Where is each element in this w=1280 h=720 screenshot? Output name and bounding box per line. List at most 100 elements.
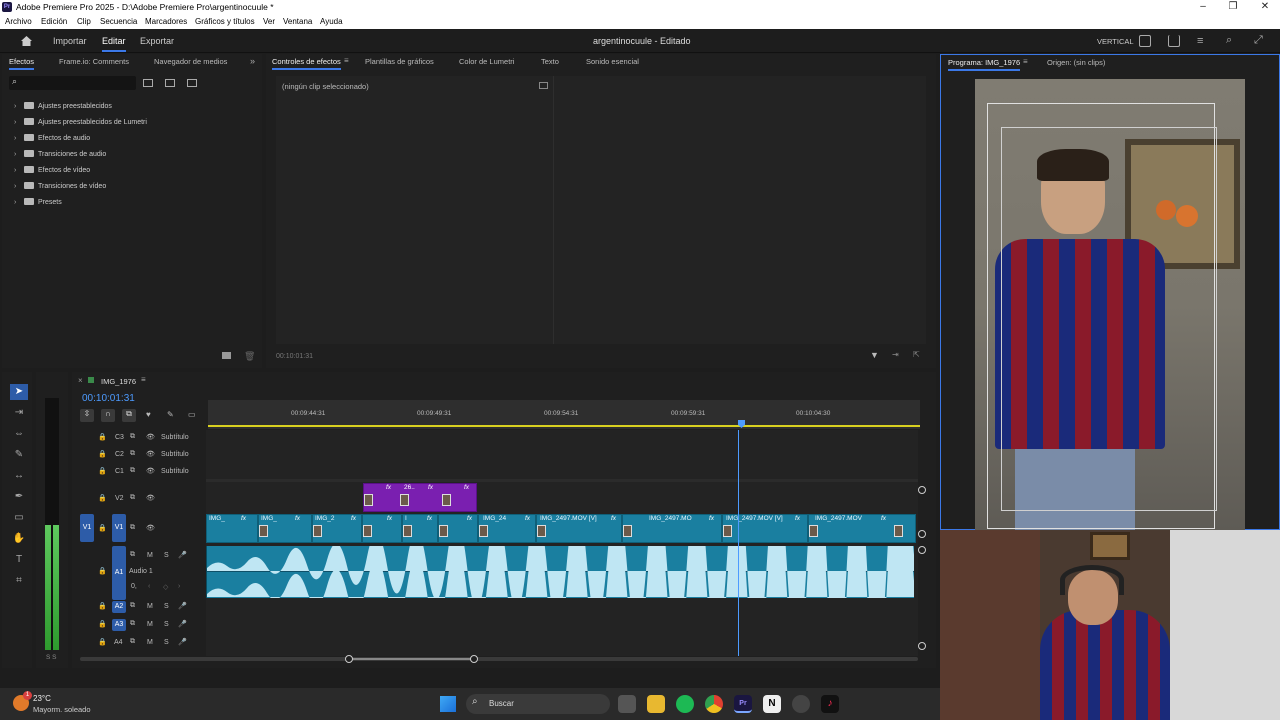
- import-tab[interactable]: Importar: [53, 36, 87, 46]
- lock-icon[interactable]: 🔒: [98, 450, 107, 458]
- scroll-handle[interactable]: [918, 530, 926, 538]
- 32bit-effects-icon[interactable]: [165, 79, 175, 87]
- scroll-handle[interactable]: [918, 546, 926, 554]
- menu-clip[interactable]: Clip: [77, 17, 91, 26]
- lock-icon[interactable]: 🔒: [98, 467, 107, 475]
- tree-item[interactable]: › Transiciones de audio: [14, 150, 106, 164]
- edit-tab[interactable]: Editar: [102, 36, 126, 52]
- premiere-taskbar-icon[interactable]: Pr: [734, 695, 752, 713]
- task-view-icon[interactable]: [618, 695, 636, 713]
- type-tool-icon[interactable]: T: [10, 552, 28, 568]
- work-area-bar[interactable]: [208, 425, 920, 427]
- v1-clip[interactable]: IMG_2497.MOV [V] fx: [536, 514, 622, 543]
- track-id-v1[interactable]: V1: [112, 514, 126, 542]
- panel-layout-icon[interactable]: [1139, 35, 1151, 47]
- menu-archivo[interactable]: Archivo: [5, 17, 32, 26]
- ripple-edit-tool-icon[interactable]: ⇔: [10, 426, 28, 442]
- next-keyframe-icon[interactable]: ›: [178, 583, 180, 590]
- v1-clip[interactable]: IMG_2497.MOV [V] fx: [722, 514, 808, 543]
- workspace-label[interactable]: VERTICAL: [1097, 37, 1134, 46]
- captions-icon[interactable]: ▭: [188, 410, 196, 419]
- horizontal-scrollbar[interactable]: [80, 657, 918, 661]
- export-tab[interactable]: Exportar: [140, 36, 174, 46]
- sync-lock-icon[interactable]: ⧉: [130, 638, 135, 646]
- quick-actions-icon[interactable]: ≡: [1197, 35, 1203, 47]
- menu-marcadores[interactable]: Marcadores: [145, 17, 187, 26]
- lock-icon[interactable]: 🔒: [98, 638, 107, 646]
- v1-clip[interactable]: IMG_2 fx: [312, 514, 362, 543]
- mute-button[interactable]: M: [147, 603, 153, 610]
- zoom-handle-right[interactable]: [470, 655, 478, 663]
- menu-ver[interactable]: Ver: [263, 17, 275, 26]
- solo-button[interactable]: S: [164, 603, 169, 610]
- pen-tool-icon[interactable]: ✒: [10, 489, 28, 505]
- track-id-a3[interactable]: A3: [112, 619, 126, 631]
- tab-text[interactable]: Texto: [541, 57, 559, 66]
- tab-menu-icon[interactable]: ≡: [1023, 57, 1028, 66]
- tab-menu-icon[interactable]: ≡: [141, 375, 146, 384]
- sync-lock-icon[interactable]: ⧉: [130, 602, 135, 610]
- scroll-handle[interactable]: [918, 486, 926, 494]
- track-id-a2[interactable]: A2: [112, 601, 126, 613]
- windows-start-icon[interactable]: [440, 696, 456, 712]
- add-marker-icon[interactable]: ♥: [146, 410, 151, 419]
- tab-essential-sound[interactable]: Sonido esencial: [586, 57, 639, 66]
- tree-item[interactable]: › Efectos de vídeo: [14, 166, 90, 180]
- sync-lock-icon[interactable]: ⧉: [130, 450, 135, 458]
- solo-button[interactable]: S: [164, 552, 169, 559]
- v1-clip[interactable]: IMG_2497.MO fx: [622, 514, 722, 543]
- close-button[interactable]: ✕: [1250, 0, 1280, 15]
- toggle-timeline-icon[interactable]: [539, 82, 548, 89]
- settings-wrench-icon[interactable]: ✎: [167, 410, 174, 419]
- delete-icon[interactable]: 🗑: [244, 351, 255, 362]
- notion-icon[interactable]: N: [763, 695, 781, 713]
- tree-item[interactable]: › Transiciones de vídeo: [14, 182, 106, 196]
- sync-lock-icon[interactable]: ⧉: [130, 620, 135, 628]
- razor-tool-icon[interactable]: ✎: [10, 447, 28, 463]
- tree-item[interactable]: › Efectos de audio: [14, 134, 90, 148]
- chrome-icon[interactable]: [705, 695, 723, 713]
- vertical-scroll-handles[interactable]: [918, 442, 926, 656]
- mute-button[interactable]: M: [147, 639, 153, 646]
- caption-tool-icon[interactable]: ⌗: [10, 573, 28, 589]
- obs-icon[interactable]: [792, 695, 810, 713]
- share-icon[interactable]: ⇱: [913, 350, 920, 359]
- sync-lock-icon[interactable]: ⧉: [130, 494, 135, 502]
- mic-icon[interactable]: 🎤: [178, 602, 187, 610]
- eye-icon[interactable]: 👁: [146, 433, 155, 441]
- menu-ventana[interactable]: Ventana: [283, 17, 312, 26]
- scroll-thumb[interactable]: [348, 658, 474, 660]
- weather-temp[interactable]: 23°C: [33, 694, 51, 703]
- tab-graphics-templates[interactable]: Plantillas de gráficos: [365, 57, 434, 66]
- sequence-tab[interactable]: IMG_1976: [101, 377, 136, 386]
- source-patch-v1[interactable]: V1: [80, 514, 94, 542]
- lock-icon[interactable]: 🔒: [98, 524, 107, 532]
- tiktok-icon[interactable]: ♪: [821, 695, 839, 713]
- track-id-v2[interactable]: V2: [115, 495, 124, 502]
- track-id-a1[interactable]: A1: [112, 546, 126, 600]
- mic-icon[interactable]: 🎤: [178, 551, 187, 559]
- v2-clip[interactable]: fx 26.. fx fx: [363, 483, 477, 512]
- tab-program[interactable]: Programa: IMG_1976: [948, 58, 1021, 71]
- hand-tool-icon[interactable]: ✋: [10, 531, 28, 547]
- taskbar-search[interactable]: ⌕ Buscar: [466, 694, 610, 714]
- v1-clip[interactable]: IMG_24 fx: [478, 514, 536, 543]
- tree-item[interactable]: › Ajustes preestablecidos: [14, 102, 112, 116]
- search-icon[interactable]: ⌕: [1226, 34, 1232, 47]
- menu-secuencia[interactable]: Secuencia: [100, 17, 137, 26]
- sync-lock-icon[interactable]: ⧉: [130, 433, 135, 441]
- tree-item[interactable]: › Ajustes preestablecidos de Lumetri: [14, 118, 147, 132]
- mute-button[interactable]: M: [147, 621, 153, 628]
- time-ruler[interactable]: 00:09:44:31 00:09:49:31 00:09:54:31 00:0…: [208, 400, 920, 429]
- tab-media-browser[interactable]: Navegador de medios: [154, 57, 227, 66]
- lock-icon[interactable]: 🔒: [98, 602, 107, 610]
- tab-frameio[interactable]: Frame.io: Comments: [59, 57, 129, 66]
- v1-clip[interactable]: Ifx: [402, 514, 438, 543]
- add-keyframe-icon[interactable]: ◇: [163, 583, 168, 591]
- playhead-line[interactable]: [738, 430, 739, 656]
- menu-edicion[interactable]: Edición: [41, 17, 67, 26]
- v1-clip[interactable]: fx: [438, 514, 478, 543]
- lock-icon[interactable]: 🔒: [98, 567, 107, 575]
- solo-button[interactable]: S: [164, 639, 169, 646]
- sync-lock-icon[interactable]: ⧉: [130, 467, 135, 475]
